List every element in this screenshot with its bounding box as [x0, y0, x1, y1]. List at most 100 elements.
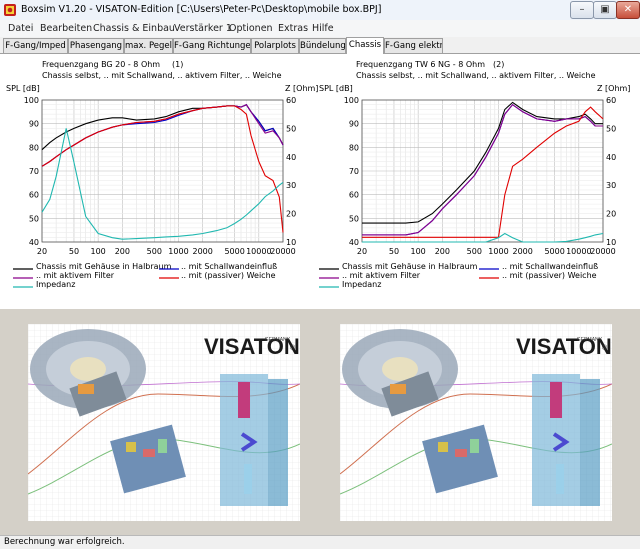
menu-verstaerker[interactable]: Verstärker 1 — [174, 23, 232, 34]
maximize-button[interactable]: ▣ — [593, 1, 617, 19]
chart-1-xtick-label: 100 — [91, 247, 106, 256]
chart-2-y2tick-label: 10 — [606, 238, 616, 247]
chart-1-ytick-label: 100 — [24, 96, 39, 105]
chart-1-y2tick-label: 10 — [286, 238, 296, 247]
legend-1-swatch-aktiv — [13, 277, 33, 279]
chart-2-xtick-label: 2000 — [512, 247, 532, 256]
legend-2-weiche: .. mit (passiver) Weiche — [502, 271, 597, 280]
chart-2-series-aktiv — [362, 103, 603, 236]
tab-max-pegel[interactable]: max. Pegel — [124, 38, 173, 53]
status-bar: Berechnung war erfolgreich. — [0, 535, 640, 549]
chart-1-xtick-label: 2000 — [192, 247, 212, 256]
chart-2-ytick-label: 70 — [349, 167, 359, 176]
chart-2-xtick-label: 1000 — [488, 247, 508, 256]
chart-1-xtick-label: 200 — [115, 247, 130, 256]
chart-1-plot: 40 50 60 70 80 90 100 10 20 30 40 50 60 20 50 100 200 500… — [24, 96, 296, 256]
chart-1-xtick-label: 1000 — [168, 247, 188, 256]
close-icon: ✕ — [623, 4, 633, 15]
chart-1-xtick-label: 50 — [69, 247, 79, 256]
chart-1-ytick-label: 90 — [29, 120, 39, 129]
close-button[interactable]: ✕ — [616, 1, 640, 19]
chart-2-y2tick-label: 50 — [606, 124, 616, 133]
chart-2-y2tick-label: 40 — [606, 153, 616, 162]
legend-2-aktiv: .. mit aktivem Filter — [342, 271, 421, 280]
menu-hilfe[interactable]: Hilfe — [312, 23, 334, 34]
chart-1-y2tick-label: 50 — [286, 124, 296, 133]
legend-1-swatch-schallwand — [159, 268, 179, 270]
legend-1-swatch-chassis — [13, 268, 33, 270]
menu-optionen[interactable]: Optionen — [229, 23, 273, 34]
legend-2-swatch-weiche — [479, 277, 499, 279]
chart-1-xtick-label: 5000 — [224, 247, 244, 256]
tab-f-gang-imped[interactable]: F-Gang/Imped — [3, 38, 68, 53]
chart-2-xtick-label: 50 — [389, 247, 399, 256]
legend-2-swatch-aktiv — [319, 277, 339, 279]
tab-phasengang[interactable]: Phasengang — [68, 38, 124, 53]
tab-chassis[interactable]: Chassis — [346, 37, 384, 54]
chart-2-xtick-label: 10000 — [566, 247, 591, 256]
legend-1-impedanz: Impedanz — [36, 280, 76, 289]
chassis-image-area: VISATON GERMANY ® VISATON GERMANY ® — [0, 309, 640, 535]
chart-1-ytick-label: 80 — [29, 143, 39, 152]
tab-polarplots[interactable]: Polarplots — [251, 38, 299, 53]
menu-datei[interactable]: Datei — [8, 23, 33, 34]
chart-1-series-impedanz — [41, 128, 284, 240]
chassis-image-2: VISATON GERMANY ® — [340, 324, 612, 521]
legend-2-chassis: Chassis mit Gehäuse in Halbraum — [342, 262, 478, 271]
minimize-icon: – — [579, 4, 585, 15]
chart-1-xtick-label: 10000 — [246, 247, 271, 256]
chart-1-title-num: (1) — [172, 60, 184, 69]
chart-1-subtitle: Chassis selbst, .. mit Schallwand, .. ak… — [42, 71, 282, 80]
chart-2-xtick-label: 100 — [411, 247, 426, 256]
chart-1-y2tick-label: 40 — [286, 153, 296, 162]
chassis-illustration-1: VISATON GERMANY ® — [28, 324, 300, 521]
tab-f-gang-richtungen[interactable]: F-Gang Richtungen — [173, 38, 251, 53]
legend-1-schallwand: .. mit Schallwandeinfluß — [181, 262, 278, 271]
chart-1-y2tick-label: 20 — [286, 210, 296, 219]
legend-2-swatch-chassis — [319, 268, 339, 270]
tab-bar: F-Gang/Imped Phasengang max. Pegel F-Gan… — [0, 37, 640, 54]
visaton-logo-1-sub: GERMANY — [265, 337, 291, 343]
chart-1-ytick-label: 70 — [29, 167, 39, 176]
legend-1-chassis: Chassis mit Gehäuse in Halbraum — [36, 262, 172, 271]
legend-1-weiche: .. mit (passiver) Weiche — [181, 271, 276, 280]
chart-1-ytick-label: 50 — [29, 214, 39, 223]
chart-2-y2tick-label: 20 — [606, 210, 616, 219]
chart-2-xtick-label: 200 — [435, 247, 450, 256]
menu-bar: Datei Bearbeiten Chassis & Einbau Verstä… — [0, 20, 640, 38]
chart-2-ytick-label: 50 — [349, 214, 359, 223]
chart-2-grid — [361, 99, 604, 243]
chart-1-xtick-label: 20000 — [270, 247, 295, 256]
tab-f-gang-elektr[interactable]: F-Gang elektr. — [384, 38, 443, 53]
boxsim-app-icon[interactable] — [3, 3, 17, 17]
chart-2-xtick-label: 20000 — [590, 247, 615, 256]
tab-buendelung[interactable]: Bündelung — [299, 38, 346, 53]
status-message: Berechnung war erfolgreich. — [4, 537, 125, 547]
chart-2-subtitle: Chassis selbst, .. mit Schallwand, .. ak… — [356, 71, 596, 80]
chart-1-xtick-label: 500 — [147, 247, 162, 256]
chart-2-title: Frequenzgang TW 6 NG - 8 Ohm — [356, 60, 485, 69]
chassis-tab-panel: Frequenzgang BG 20 - 8 Ohm (1) Chassis s… — [0, 53, 640, 310]
chart-1-xtick-label: 20 — [37, 247, 47, 256]
legend-2-schallwand: .. mit Schallwandeinfluß — [502, 262, 599, 271]
visaton-logo-1-mark: ® — [290, 344, 296, 352]
chart-1-ytick-label: 40 — [29, 238, 39, 247]
legend-1-swatch-impedanz — [13, 286, 33, 288]
chart-2-series-weiche — [362, 106, 604, 238]
menu-chassis[interactable]: Chassis & Einbau — [93, 23, 175, 34]
chart-2-ytick-label: 100 — [344, 96, 359, 105]
legend-2-swatch-schallwand — [479, 268, 499, 270]
chart-2-title-num: (2) — [493, 60, 505, 69]
minimize-button[interactable]: – — [570, 1, 594, 19]
chart-2-xtick-label: 5000 — [544, 247, 564, 256]
chassis-illustration-2: VISATON GERMANY ® — [340, 324, 612, 521]
chart-2-series-schallwand — [362, 103, 603, 236]
chart-1-title: Frequenzgang BG 20 - 8 Ohm — [42, 60, 161, 69]
maximize-icon: ▣ — [600, 4, 610, 15]
chart-1-ytick-label: 60 — [29, 191, 39, 200]
menu-bearbeiten[interactable]: Bearbeiten — [40, 23, 92, 34]
chart-2-ytick-label: 40 — [349, 238, 359, 247]
menu-extras[interactable]: Extras — [278, 23, 308, 34]
visaton-logo-2-sub: GERMANY — [577, 337, 603, 343]
cabinet-icon — [220, 374, 288, 506]
